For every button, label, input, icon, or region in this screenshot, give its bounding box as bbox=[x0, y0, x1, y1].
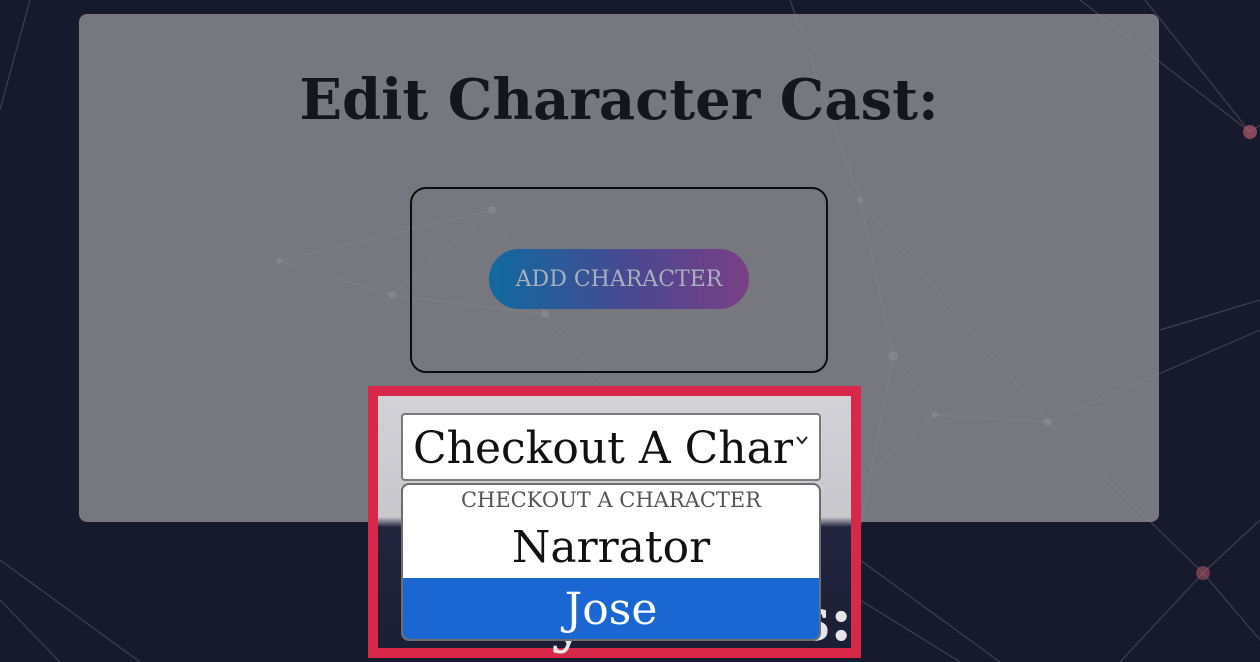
dropdown-option-placeholder: CHECKOUT A CHARACTER bbox=[460, 488, 762, 512]
page-title: Edit Character Cast: bbox=[299, 67, 939, 133]
dropdown-option-jose[interactable]: Jose bbox=[403, 578, 819, 639]
chevron-down-icon bbox=[796, 436, 808, 445]
add-character-container: ADD CHARACTER bbox=[410, 187, 828, 373]
character-select[interactable]: Checkout A Character bbox=[401, 413, 821, 481]
character-select-value: Checkout A Character bbox=[413, 423, 793, 474]
dropdown-option-narrator[interactable]: Narrator bbox=[403, 517, 819, 579]
character-dropdown-list: CHECKOUT A CHARACTER Narrator Jose bbox=[401, 483, 821, 641]
add-character-button[interactable]: ADD CHARACTER bbox=[489, 249, 749, 309]
page-root: Edit Character Cast: ADD CHARACTER Story… bbox=[0, 0, 1260, 662]
